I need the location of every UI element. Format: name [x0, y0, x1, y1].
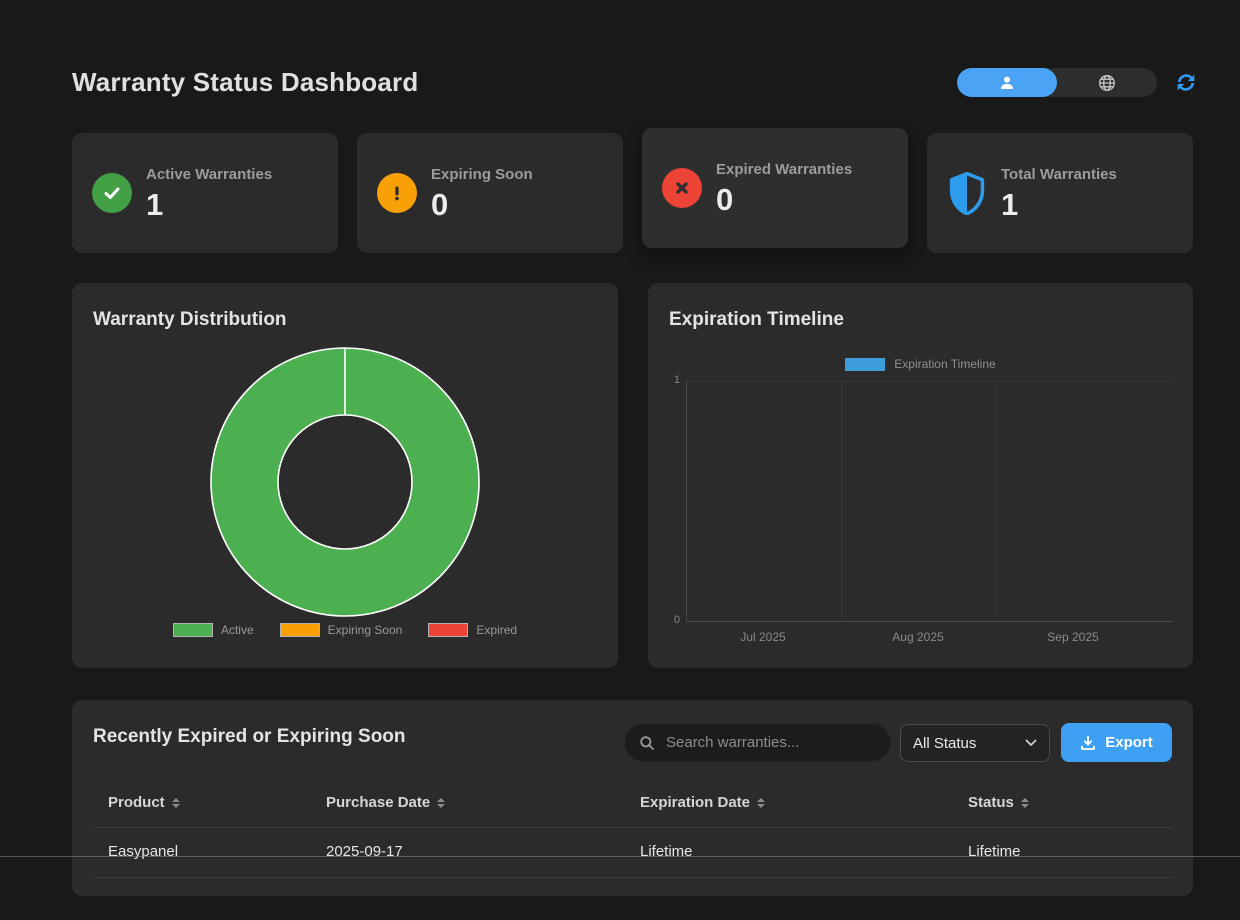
- recent-warranties-card: Recently Expired or Expiring Soon All St…: [72, 700, 1193, 896]
- column-header-status[interactable]: Status: [968, 794, 1029, 811]
- legend-item-expiring-soon[interactable]: Expiring Soon: [280, 623, 403, 637]
- stat-text: Expiring Soon 0: [431, 166, 533, 220]
- cell-purchase-date: 2025-09-17: [326, 843, 403, 860]
- stat-card-total-warranties[interactable]: Total Warranties 1: [927, 133, 1193, 253]
- status-filter-value: All Status: [913, 735, 976, 752]
- stat-value: 0: [716, 184, 852, 215]
- timeline-legend-label: Expiration Timeline: [894, 357, 995, 371]
- gridline: [841, 381, 842, 621]
- toggle-option-globe[interactable]: [1057, 68, 1157, 97]
- expiration-timeline-card: Expiration Timeline Expiration Timeline …: [648, 283, 1193, 668]
- distribution-title: Warranty Distribution: [93, 309, 287, 331]
- search-icon: [639, 735, 655, 751]
- status-filter-select[interactable]: All Status: [900, 724, 1050, 762]
- cell-status: Lifetime: [968, 843, 1021, 860]
- download-icon: [1080, 735, 1096, 751]
- toggle-option-user[interactable]: [957, 68, 1057, 97]
- x-circle-icon: [662, 168, 702, 208]
- stat-label: Total Warranties: [1001, 166, 1117, 183]
- legend-swatch-active: [173, 623, 213, 637]
- legend-label: Expired: [476, 623, 517, 637]
- user-icon: [999, 75, 1015, 91]
- column-header-expiration-date[interactable]: Expiration Date: [640, 794, 765, 811]
- legend-item-expired[interactable]: Expired: [428, 623, 517, 637]
- y-axis-line: [686, 381, 687, 621]
- legend-swatch-expiring-soon: [280, 623, 320, 637]
- sort-icon: [437, 798, 445, 808]
- refresh-button[interactable]: [1174, 72, 1198, 96]
- warranty-distribution-donut-chart: [207, 344, 483, 620]
- view-toggle: [957, 68, 1157, 97]
- x-axis-tick: Aug 2025: [863, 630, 973, 644]
- cell-expiration-date: Lifetime: [640, 843, 693, 860]
- table-title: Recently Expired or Expiring Soon: [93, 726, 406, 748]
- page: { "header": { "title": "Warranty Status …: [0, 0, 1240, 920]
- stat-card-expired-warranties[interactable]: Expired Warranties 0: [642, 128, 908, 248]
- x-axis-tick: Sep 2025: [1018, 630, 1128, 644]
- timeline-legend-swatch: [845, 358, 885, 371]
- page-title: Warranty Status Dashboard: [72, 67, 418, 98]
- legend-label: Expiring Soon: [328, 623, 403, 637]
- sort-icon: [172, 798, 180, 808]
- y-axis-tick: 0: [654, 614, 680, 626]
- stat-text: Total Warranties 1: [1001, 166, 1117, 220]
- table-header-divider: [93, 827, 1172, 828]
- legend-item-active[interactable]: Active: [173, 623, 254, 637]
- column-label: Purchase Date: [326, 794, 430, 811]
- refresh-icon: [1175, 72, 1197, 93]
- stat-text: Active Warranties 1: [146, 166, 272, 220]
- stat-value: 0: [431, 189, 533, 220]
- exclamation-circle-icon: [377, 173, 417, 213]
- x-axis-line: [686, 621, 1173, 622]
- stat-card-expiring-soon[interactable]: Expiring Soon 0: [357, 133, 623, 253]
- export-button[interactable]: Export: [1061, 723, 1172, 762]
- donut-legend: Active Expiring Soon Expired: [72, 623, 618, 637]
- column-label: Product: [108, 794, 165, 811]
- stat-card-active-warranties[interactable]: Active Warranties 1: [72, 133, 338, 253]
- timeline-legend[interactable]: Expiration Timeline: [648, 357, 1193, 371]
- stat-value: 1: [1001, 189, 1117, 220]
- gridline: [1151, 381, 1152, 621]
- export-label: Export: [1105, 734, 1153, 751]
- warranty-distribution-card: Warranty Distribution Active Expiring So…: [72, 283, 618, 668]
- stat-label: Active Warranties: [146, 166, 272, 183]
- globe-icon: [1098, 74, 1116, 92]
- chevron-down-icon: [1025, 739, 1037, 747]
- search-input[interactable]: [664, 733, 876, 752]
- column-header-purchase-date[interactable]: Purchase Date: [326, 794, 445, 811]
- column-label: Status: [968, 794, 1014, 811]
- y-axis-tick: 1: [654, 374, 680, 386]
- gridline: [996, 381, 997, 621]
- x-axis-tick: Jul 2025: [708, 630, 818, 644]
- timeline-plot-area: [686, 381, 1173, 621]
- timeline-title: Expiration Timeline: [669, 309, 844, 331]
- legend-label: Active: [221, 623, 254, 637]
- table-row-divider: [93, 877, 1172, 878]
- stat-label: Expired Warranties: [716, 161, 852, 178]
- stat-label: Expiring Soon: [431, 166, 533, 183]
- shield-icon: [947, 173, 987, 213]
- check-circle-icon: [92, 173, 132, 213]
- search-box: [624, 723, 891, 762]
- stat-text: Expired Warranties 0: [716, 161, 852, 215]
- legend-swatch-expired: [428, 623, 468, 637]
- sort-icon: [757, 798, 765, 808]
- page-seam-line: [0, 856, 1240, 857]
- cell-product: Easypanel: [108, 843, 178, 860]
- gridline: [686, 381, 1173, 382]
- stat-value: 1: [146, 189, 272, 220]
- sort-icon: [1021, 798, 1029, 808]
- column-header-product[interactable]: Product: [108, 794, 180, 811]
- column-label: Expiration Date: [640, 794, 750, 811]
